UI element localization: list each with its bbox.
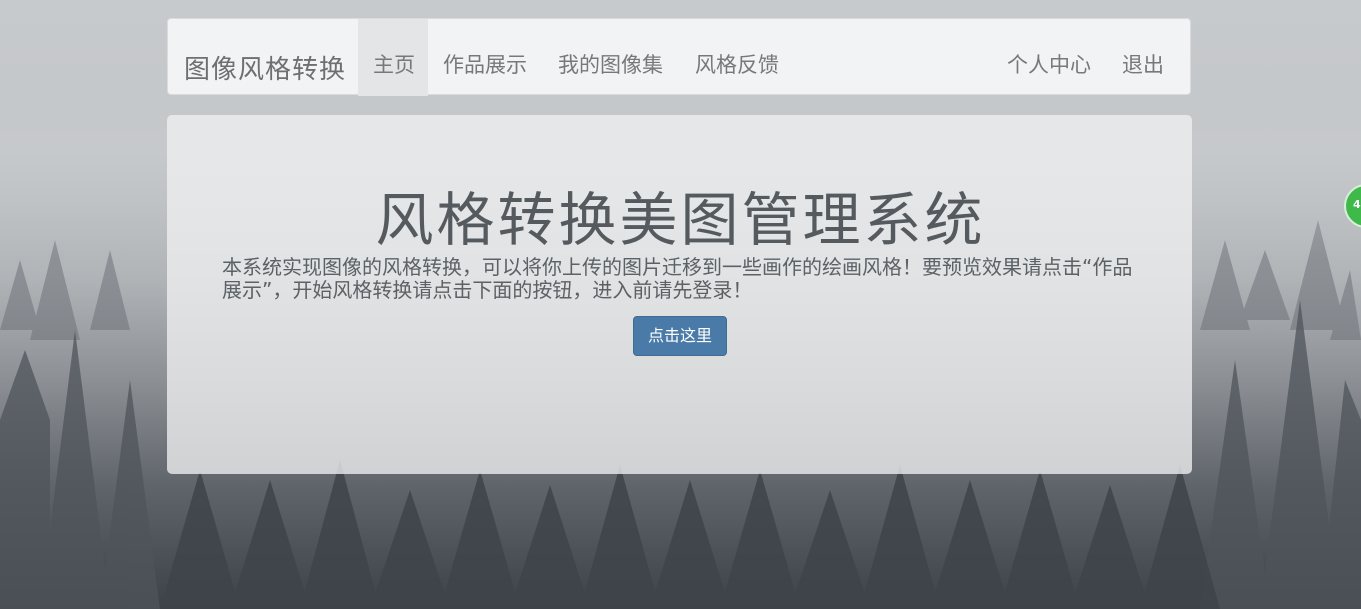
nav-item-my-images-label: 我的图像集 (558, 53, 663, 77)
nav-item-profile-label: 个人中心 (1007, 53, 1091, 77)
hero-title: 风格转换美图管理系统 (375, 186, 986, 254)
nav-item-logout-label: 退出 (1122, 53, 1164, 77)
nav-item-feedback-label: 风格反馈 (695, 53, 779, 77)
top-navbar: 图像风格转换 主页 作品展示 我的图像集 风格反馈 个人中心 退出 (167, 18, 1191, 96)
nav-item-home[interactable]: 主页 (358, 19, 428, 96)
nav-item-home-label: 主页 (373, 53, 415, 77)
navbar-brand[interactable]: 图像风格转换 (184, 49, 346, 86)
click-here-button[interactable]: 点击这里 (633, 316, 727, 356)
nav-item-profile[interactable]: 个人中心 (1007, 19, 1091, 96)
nav-item-feedback[interactable]: 风格反馈 (695, 19, 779, 96)
nav-item-logout[interactable]: 退出 (1122, 19, 1164, 96)
nav-item-gallery[interactable]: 作品展示 (443, 19, 527, 96)
hero-description: 本系统实现图像的风格转换，可以将你上传的图片迁移到一些画作的绘画风格！要预览效果… (222, 255, 1133, 302)
nav-item-my-images[interactable]: 我的图像集 (558, 19, 663, 96)
floating-badge-text: 49 (1353, 198, 1361, 211)
nav-item-gallery-label: 作品展示 (443, 53, 527, 77)
